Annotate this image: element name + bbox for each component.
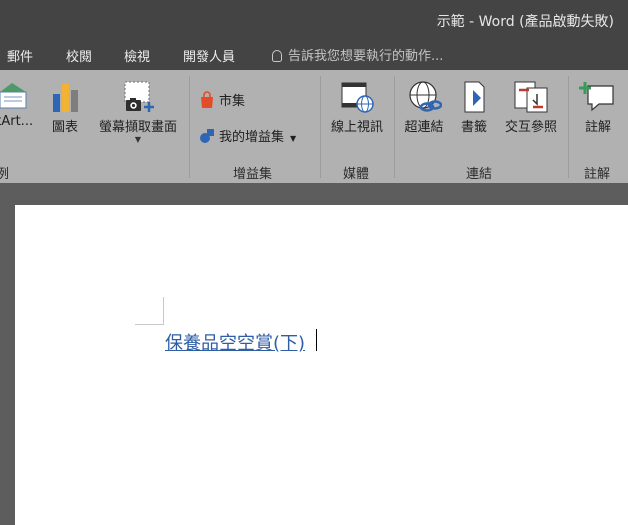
- tab-mailings[interactable]: 郵件: [7, 46, 33, 65]
- tab-view[interactable]: 檢視: [124, 46, 150, 65]
- my-addins-button[interactable]: 我的增益集 ▼: [198, 126, 296, 145]
- screenshot-dropdown-icon: ▼: [134, 135, 142, 144]
- text-cursor: [316, 329, 317, 351]
- bar-chart-icon: [53, 84, 78, 112]
- illustrations-group-label: 例: [0, 167, 10, 182]
- comments-group-label: 註解: [584, 167, 611, 182]
- tab-review[interactable]: 校閱: [66, 46, 92, 65]
- group-separator: [189, 76, 190, 178]
- store-button[interactable]: 市集: [198, 90, 245, 109]
- screenshot-label: 螢幕擷取畫面: [98, 120, 177, 135]
- chart-label: 圖表: [51, 120, 78, 135]
- tab-developer[interactable]: 開發人員: [183, 46, 235, 65]
- window-title: 示範 - Word (產品啟動失敗): [436, 14, 614, 30]
- store-label: 市集: [219, 94, 246, 109]
- new-comment-button[interactable]: 註解: [576, 80, 620, 135]
- tell-me-box[interactable]: 告訴我您想要執行的動作...: [272, 45, 443, 64]
- group-separator: [568, 76, 569, 178]
- title-bar: 示範 - Word (產品啟動失敗): [0, 0, 628, 40]
- margin-corner-mark: [135, 324, 164, 325]
- store-icon: [201, 91, 213, 108]
- lightbulb-icon: [272, 50, 282, 62]
- cross-reference-label: 交互參照: [504, 120, 557, 135]
- hyperlink-label: 超連結: [404, 120, 444, 135]
- ribbon-tabs: 郵件 校閱 檢視 開發人員 告訴我您想要執行的動作...: [0, 40, 628, 70]
- comment-label: 註解: [584, 120, 611, 135]
- tell-me-placeholder: 告訴我您想要執行的動作...: [288, 49, 444, 64]
- document-page[interactable]: 保養品空空賞(下): [15, 205, 628, 525]
- hyperlink-icon: [409, 81, 442, 112]
- addins-group-label: 增益集: [233, 167, 273, 182]
- bookmark-button[interactable]: 書籤: [454, 80, 494, 135]
- ruler-area: [0, 183, 628, 205]
- online-video-button[interactable]: 線上視訊: [326, 80, 388, 135]
- document-hyperlink[interactable]: 保養品空空賞(下): [165, 329, 305, 355]
- bookmark-icon: [464, 81, 485, 113]
- comment-icon: [579, 82, 614, 112]
- hyperlink-button[interactable]: 超連結: [400, 80, 448, 135]
- group-separator: [394, 76, 395, 178]
- links-group-label: 連結: [466, 167, 493, 182]
- smartart-button[interactable]: rtArt...: [0, 80, 38, 129]
- cross-reference-button[interactable]: 交互參照: [500, 80, 562, 135]
- margin-corner-mark: [163, 297, 164, 325]
- chart-button[interactable]: 圖表: [44, 80, 86, 135]
- my-addins-dropdown-icon: ▼: [290, 134, 297, 143]
- screenshot-button[interactable]: 螢幕擷取畫面 ▼: [90, 80, 186, 144]
- smartart-icon: [0, 83, 27, 109]
- ribbon: rtArt... 圖表 螢幕擷取畫面 ▼ 例 市集: [0, 70, 628, 183]
- bookmark-label: 書籤: [460, 120, 487, 135]
- cross-reference-icon: [514, 81, 548, 113]
- my-addins-label: 我的增益集: [219, 130, 285, 145]
- group-separator: [320, 76, 321, 178]
- addins-icon: [200, 129, 214, 143]
- online-video-label: 線上視訊: [330, 120, 383, 135]
- smartart-label: rtArt...: [0, 114, 34, 129]
- media-group-label: 媒體: [343, 167, 370, 182]
- screenshot-icon: [124, 81, 154, 112]
- online-video-icon: [341, 82, 374, 113]
